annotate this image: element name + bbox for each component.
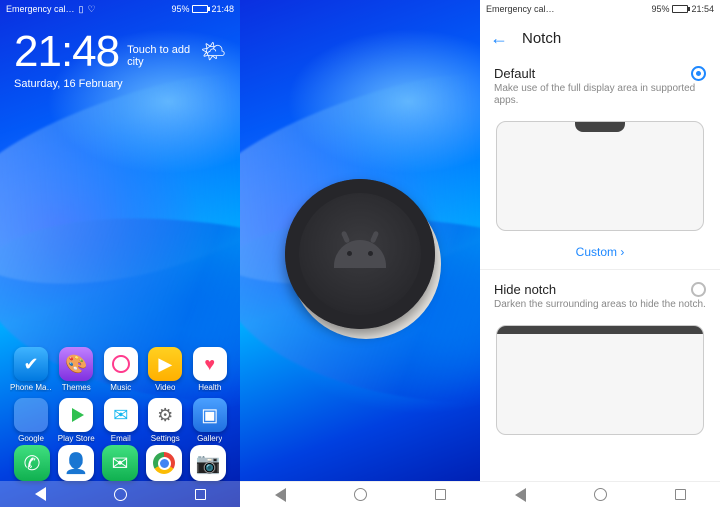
status-time: 21:54	[691, 4, 714, 14]
email-icon: ✉	[104, 398, 138, 432]
option-hide-subtitle: Darken the surrounding areas to hide the…	[494, 299, 706, 311]
app-music[interactable]: Music	[101, 347, 142, 392]
status-bar: Emergency cal… ▯ ♡ 95% 21:48	[0, 0, 240, 18]
app-themes[interactable]: 🎨 Themes	[56, 347, 97, 392]
nav-bar	[0, 481, 240, 507]
dock-chrome[interactable]	[146, 445, 182, 481]
clock-time: 21:48	[14, 30, 119, 74]
preview-default	[496, 121, 704, 231]
preview-hide-notch	[496, 325, 704, 435]
dock-camera[interactable]: 📷	[190, 445, 226, 481]
app-health[interactable]: ♥ Health	[190, 347, 231, 392]
app-label: Video	[155, 383, 175, 392]
status-bar: Emergency cal… 95% 21:54	[480, 0, 720, 18]
option-default-subtitle: Make use of the full display area in sup…	[494, 83, 706, 107]
clock-widget[interactable]: 21:48 Touch to add city 🌤 Saturday, 16 F…	[0, 18, 240, 90]
app-label: Health	[198, 383, 221, 392]
clock-date: Saturday, 16 February	[14, 78, 226, 90]
themes-icon: 🎨	[59, 347, 93, 381]
nav-home-button[interactable]	[352, 487, 368, 503]
dock-messages[interactable]: ✉	[102, 445, 138, 481]
music-icon	[104, 347, 138, 381]
home-screen-panel: Emergency cal… ▯ ♡ 95% 21:48 21:48 Touch…	[0, 0, 240, 507]
radio-hide-notch[interactable]	[691, 282, 706, 297]
nav-bar	[480, 481, 720, 507]
option-hide-notch[interactable]: Hide notch Darken the surrounding areas …	[480, 274, 720, 315]
app-label: Settings	[151, 434, 180, 443]
oreo-panel	[240, 0, 480, 507]
option-default[interactable]: Default Make use of the full display are…	[480, 58, 720, 111]
play-store-icon	[59, 398, 93, 432]
app-label: Google	[18, 434, 44, 443]
dock-contacts[interactable]: 👤	[58, 445, 94, 481]
status-emergency-text: Emergency cal…	[486, 4, 555, 14]
app-label: Phone Ma…	[10, 383, 52, 392]
app-label: Gallery	[197, 434, 222, 443]
video-icon: ▶	[148, 347, 182, 381]
android-oreo-logo[interactable]	[285, 179, 435, 329]
gallery-icon: ▣	[193, 398, 227, 432]
app-video[interactable]: ▶ Video	[145, 347, 186, 392]
nav-home-button[interactable]	[112, 486, 128, 502]
nav-home-button[interactable]	[592, 487, 608, 503]
nav-recent-button[interactable]	[432, 487, 448, 503]
hotspot-icon: ♡	[87, 4, 95, 15]
custom-link[interactable]: Custom ›	[480, 239, 720, 269]
app-grid: ✔ Phone Ma… 🎨 Themes Music ▶ Video ♥ Health Googl…	[0, 347, 240, 443]
status-emergency-text: Emergency cal…	[6, 4, 75, 14]
battery-percent: 95%	[171, 4, 189, 14]
nav-back-button[interactable]	[272, 487, 288, 503]
chevron-right-icon: ›	[620, 245, 624, 259]
battery-percent: 95%	[651, 4, 669, 14]
add-city-label[interactable]: Touch to add city	[127, 44, 193, 68]
nav-recent-button[interactable]	[672, 487, 688, 503]
option-default-title: Default	[494, 66, 691, 81]
notch-settings-panel: Emergency cal… 95% 21:54 ← Notch Default…	[480, 0, 720, 507]
dock-dialer[interactable]: ✆	[14, 445, 50, 481]
nav-recent-button[interactable]	[192, 486, 208, 502]
app-label: Play Store	[58, 434, 95, 443]
sim-icon: ▯	[79, 4, 84, 15]
android-head-icon	[334, 240, 386, 268]
status-time: 21:48	[211, 4, 234, 14]
radio-default[interactable]	[691, 66, 706, 81]
app-label: Themes	[62, 383, 91, 392]
app-phone-manager[interactable]: ✔ Phone Ma…	[10, 347, 52, 392]
nav-back-button[interactable]	[512, 487, 528, 503]
settings-icon: ⚙	[148, 398, 182, 432]
app-gallery[interactable]: ▣ Gallery	[190, 398, 231, 443]
battery-icon	[192, 5, 208, 13]
page-title: Notch	[522, 30, 561, 47]
weather-icon[interactable]: 🌤	[201, 39, 226, 64]
app-play-store[interactable]: Play Store	[56, 398, 97, 443]
app-settings[interactable]: ⚙ Settings	[145, 398, 186, 443]
settings-header: ← Notch	[480, 18, 720, 58]
app-google-folder[interactable]: Google	[10, 398, 52, 443]
option-hide-title: Hide notch	[494, 282, 691, 297]
divider	[480, 269, 720, 270]
health-icon: ♥	[193, 347, 227, 381]
app-email[interactable]: ✉ Email	[101, 398, 142, 443]
phone-manager-icon: ✔	[14, 347, 48, 381]
app-label: Email	[111, 434, 131, 443]
nav-bar	[240, 481, 480, 507]
dock: ✆👤✉ 📷	[0, 445, 240, 481]
google-folder-icon	[14, 398, 48, 432]
back-arrow-icon[interactable]: ←	[490, 28, 508, 49]
nav-back-button[interactable]	[32, 486, 48, 502]
app-label: Music	[110, 383, 131, 392]
battery-icon	[672, 5, 688, 13]
